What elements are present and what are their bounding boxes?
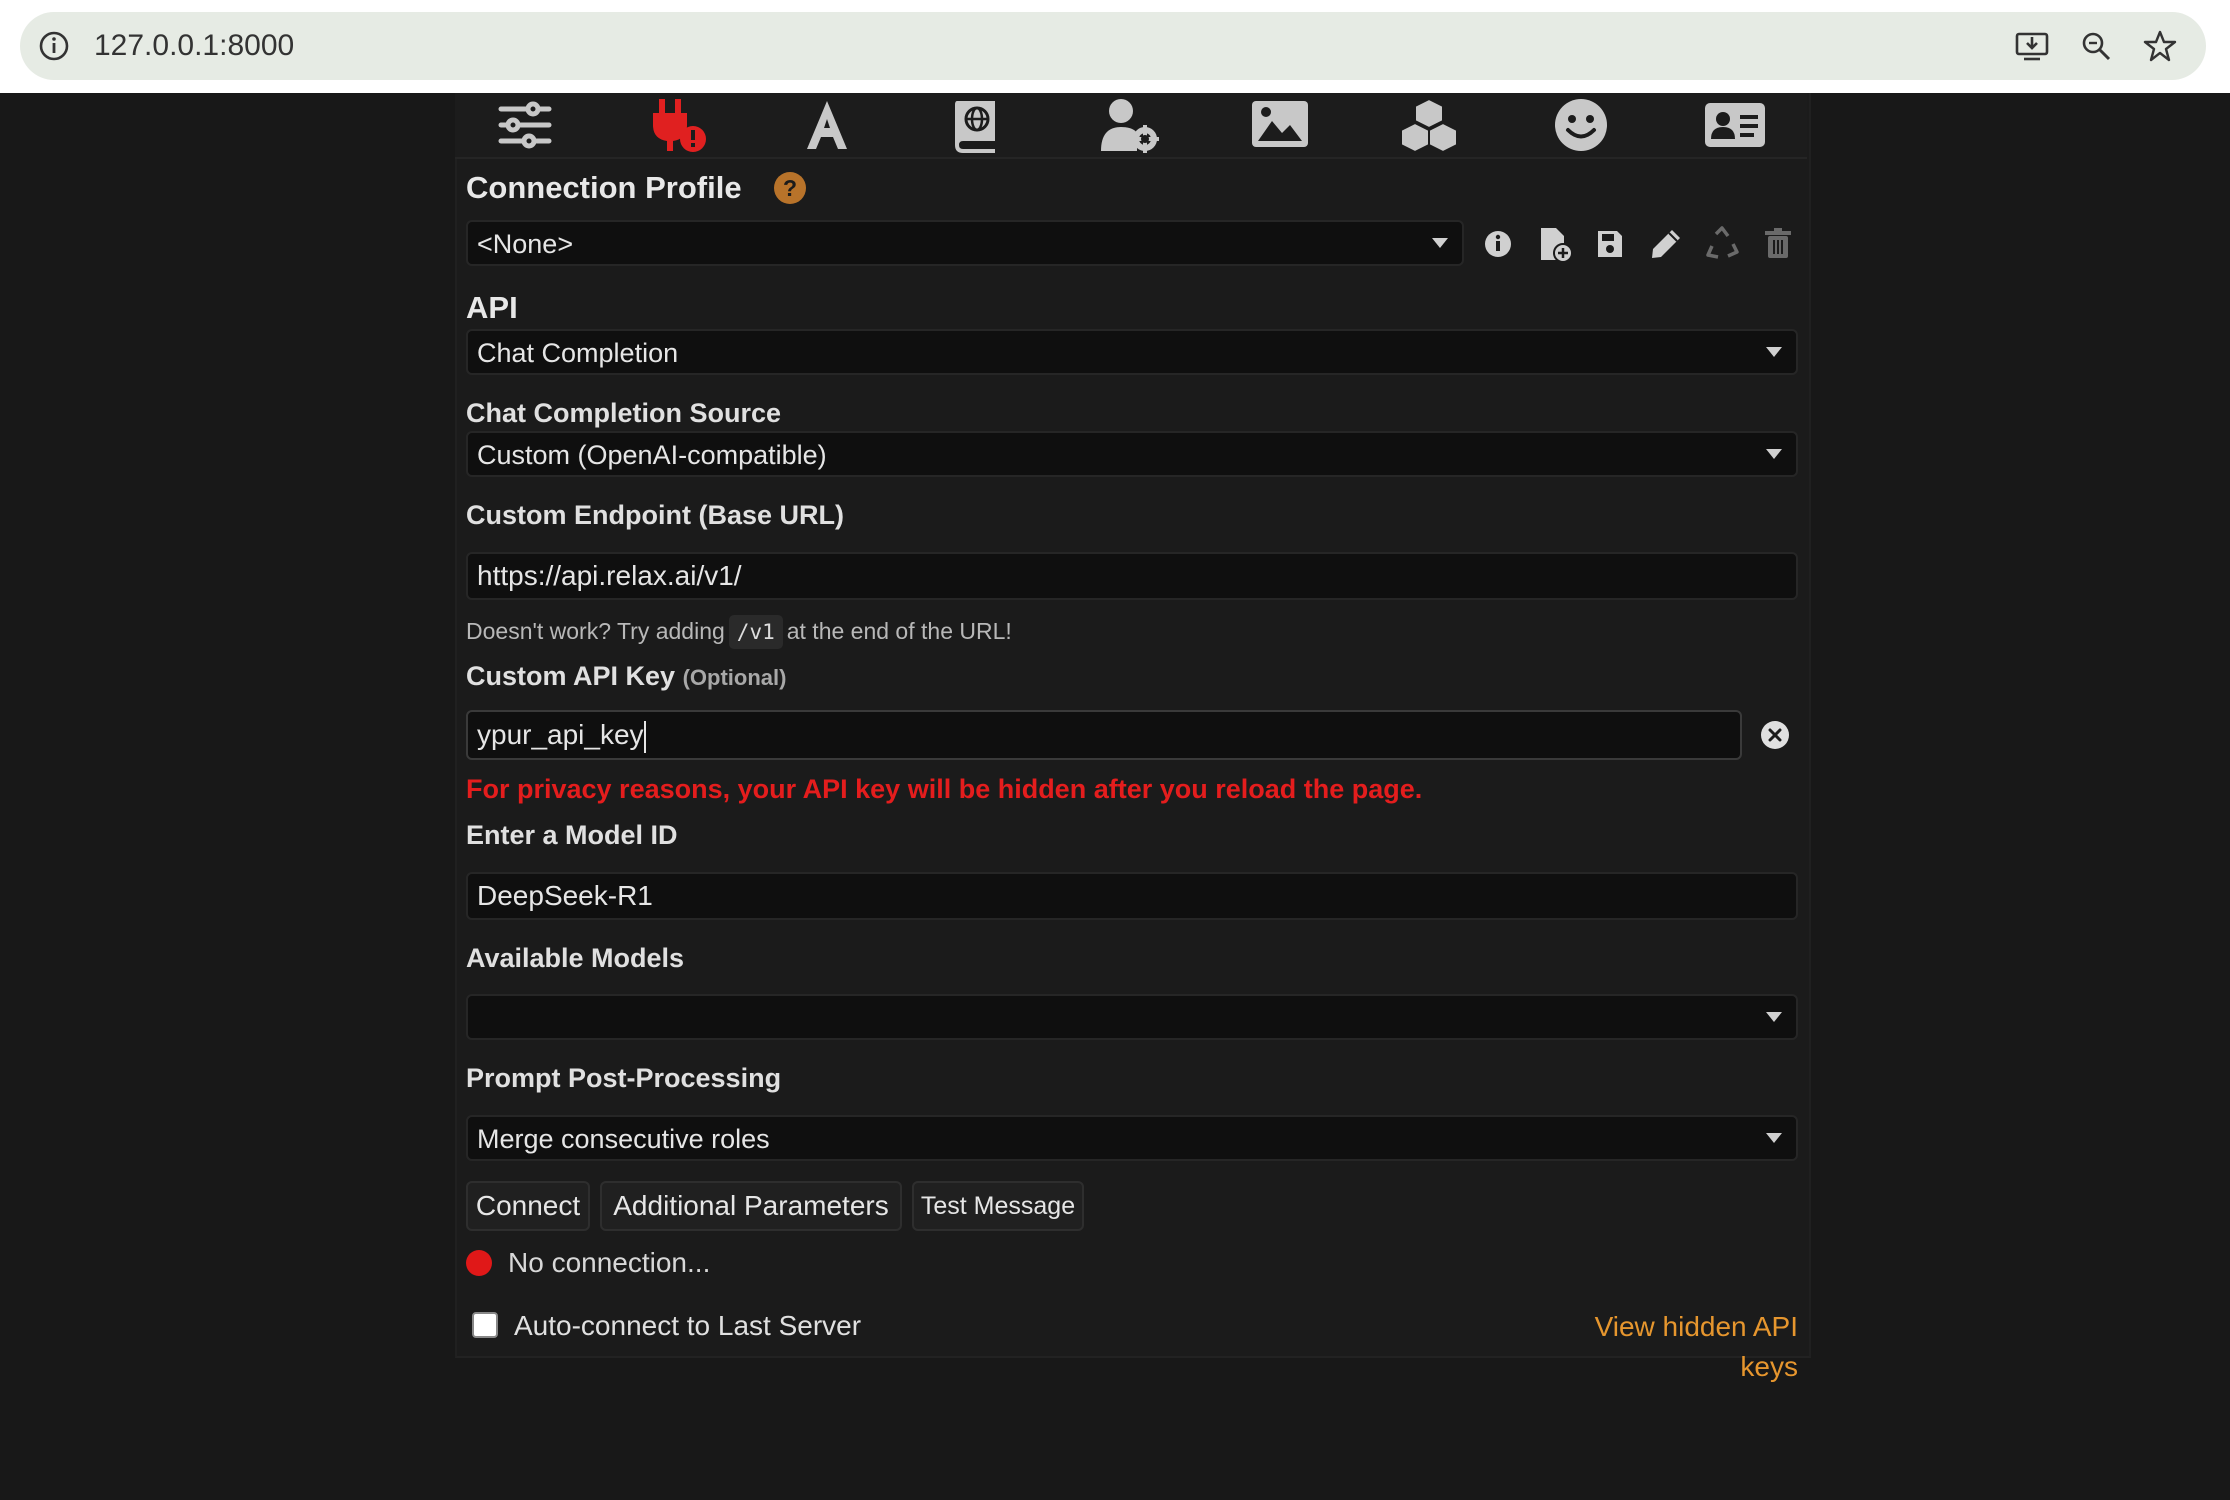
model-id-value: DeepSeek-R1 [477,880,653,911]
api-label: API [466,290,518,325]
api-select[interactable]: Chat Completion [466,329,1798,375]
test-message-button[interactable]: Test Message [912,1181,1084,1231]
font-icon[interactable] [797,97,857,153]
install-app-icon[interactable] [2014,28,2050,64]
post-processing-label: Prompt Post-Processing [466,1063,782,1093]
connection-profile-selected: <None> [477,229,574,259]
post-processing-selected: Merge consecutive roles [477,1124,770,1154]
chevron-down-icon [1766,449,1782,459]
auto-connect-checkbox[interactable] [472,1312,498,1338]
endpoint-input[interactable]: https://api.relax.ai/v1/ [466,552,1798,600]
smiley-icon[interactable] [1551,97,1611,153]
endpoint-value: https://api.relax.ai/v1/ [477,560,742,591]
connection-profile-select[interactable]: <None> [466,220,1464,266]
hint-after: at the end of the URL! [786,618,1012,644]
recycle-icon[interactable] [1700,222,1744,266]
model-id-label: Enter a Model ID [466,820,678,850]
clear-key-icon[interactable] [1754,714,1796,756]
status-text: No connection... [508,1247,711,1278]
trash-icon[interactable] [1756,222,1800,266]
endpoint-label: Custom Endpoint (Base URL) [466,500,844,530]
address-bar[interactable]: 127.0.0.1:8000 [20,12,2206,80]
api-key-label-text: Custom API Key [466,661,676,691]
connect-button[interactable]: Connect [466,1181,590,1231]
cubes-icon[interactable] [1399,97,1459,153]
auto-connect-label: Auto-connect to Last Server [514,1310,862,1341]
chevron-down-icon [1766,1012,1782,1022]
endpoint-hint: Doesn't work? Try adding/v1 at the end of… [466,614,1012,649]
additional-parameters-button[interactable]: Additional Parameters [600,1181,902,1231]
user-gear-icon[interactable] [1099,97,1159,153]
url-text[interactable]: 127.0.0.1:8000 [94,26,294,66]
api-selected: Chat Completion [477,338,679,368]
file-add-icon[interactable] [1532,222,1576,266]
save-icon[interactable] [1588,222,1632,266]
available-models-label: Available Models [466,943,685,973]
zoom-icon[interactable] [2078,28,2114,64]
help-icon[interactable]: ? [774,172,806,204]
chevron-down-icon [1766,347,1782,357]
info-icon[interactable] [1476,222,1520,266]
plug-warning-icon[interactable] [647,97,707,153]
browser-chrome: 127.0.0.1:8000 [0,0,2230,93]
site-info-icon[interactable] [37,29,71,63]
sliders-icon[interactable] [495,97,555,153]
hint-before: Doesn't work? Try adding [466,618,725,644]
chevron-down-icon [1766,1133,1782,1143]
api-key-input[interactable]: ypur_api_key [466,710,1742,760]
source-selected: Custom (OpenAI-compatible) [477,440,827,470]
bookmark-star-icon[interactable] [2142,28,2178,64]
connection-profile-title: Connection Profile [466,170,742,205]
privacy-warning: For privacy reasons, your API key will b… [466,774,1423,804]
status-indicator [466,1250,492,1276]
view-hidden-keys-link[interactable]: View hidden API keys [1530,1307,1798,1387]
api-key-label: Custom API Key (Optional) [466,658,786,696]
source-select[interactable]: Custom (OpenAI-compatible) [466,431,1798,477]
api-key-optional: (Optional) [682,665,787,690]
api-key-value: ypur_api_key [477,719,644,750]
world-book-icon[interactable] [947,97,1007,153]
post-processing-select[interactable]: Merge consecutive roles [466,1115,1798,1161]
model-id-input[interactable]: DeepSeek-R1 [466,872,1798,920]
id-card-icon[interactable] [1705,97,1765,153]
pencil-icon[interactable] [1644,222,1688,266]
image-icon[interactable] [1250,97,1310,153]
hint-code: /v1 [728,615,783,649]
source-label: Chat Completion Source [466,398,782,428]
top-tab-bar [455,93,1807,159]
chevron-down-icon [1432,238,1448,248]
available-models-select[interactable] [466,994,1798,1040]
text-cursor [643,720,646,753]
